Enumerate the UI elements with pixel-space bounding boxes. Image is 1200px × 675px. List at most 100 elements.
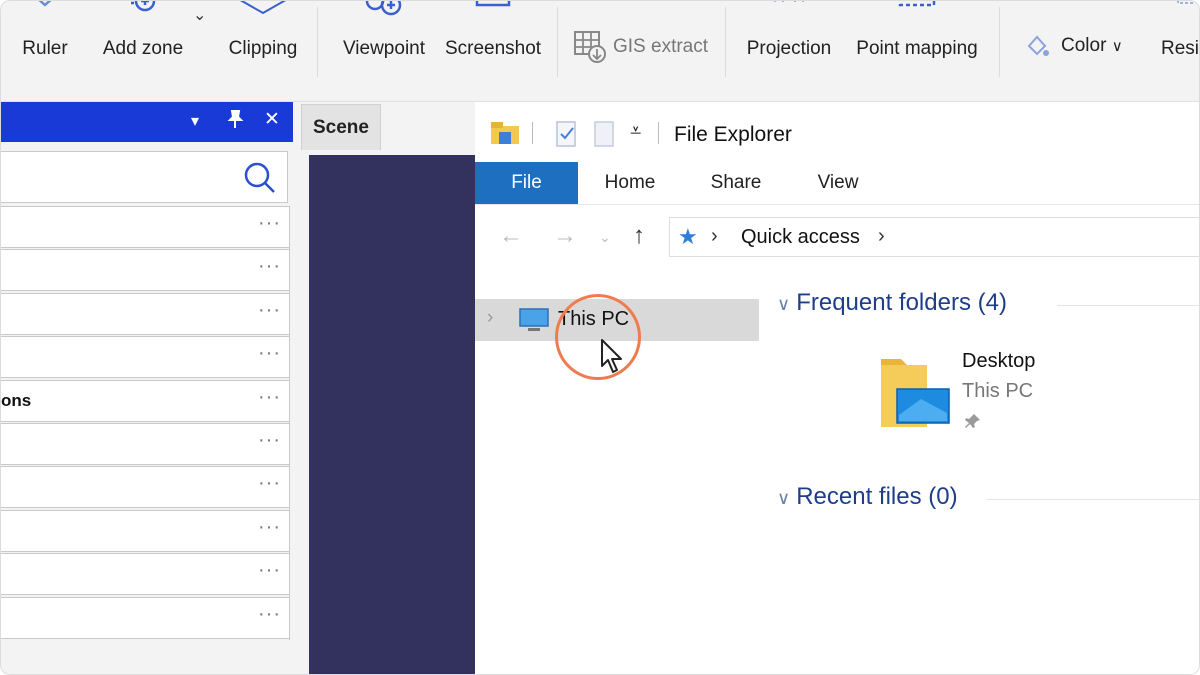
add-zone-button[interactable]: Add zone [95,1,191,101]
breadcrumb-quick-access[interactable]: Quick access [741,226,860,249]
viewpoint-icon [335,1,433,19]
point-mapping-button[interactable]: Point mapping [847,1,987,101]
more-options-icon[interactable]: ··· [258,472,281,495]
navigation-bar: ← → ⌄ ↑ ★ › Quick access › [475,205,1199,269]
title-divider [658,122,659,144]
more-options-icon[interactable]: ··· [258,342,281,365]
panel-list: ··· ··· ··· ··· ons ··· ··· ··· ··· ··· ·… [1,206,290,640]
point-mapping-label: Point mapping [856,38,978,59]
forward-arrow-icon[interactable]: → [553,222,577,250]
quick-access-dropdown-icon[interactable]: ⩡ [630,120,641,143]
list-item[interactable]: ··· [1,336,289,379]
star-icon: ★ [678,224,698,249]
folder-icon [489,118,521,153]
chevron-down-icon[interactable]: ⌄ [193,5,206,25]
scene-viewport[interactable] [309,155,475,674]
gis-extract-button[interactable]: GIS extract [571,1,713,101]
title-bar: ⩡ File Explorer [475,102,1199,162]
close-icon[interactable]: ✕ [264,108,280,131]
chevron-down-icon: ∨ [777,488,791,508]
list-item[interactable]: ··· [1,596,289,639]
app-window: Ruler Add zone ⌄ Clipping Viewpoint Scre… [0,0,1200,675]
color-label: Color ∨ [1061,35,1123,56]
tab-file[interactable]: File [475,162,578,204]
tab-scene[interactable]: Scene [301,104,381,150]
tab-scene-label: Scene [313,117,369,138]
back-arrow-icon[interactable]: ← [499,222,523,250]
resize-icon [1157,1,1199,19]
ruler-button[interactable]: Ruler [15,1,75,101]
recent-locations-chevron-icon[interactable]: ⌄ [599,229,611,246]
frequent-folders-header[interactable]: ∨ Frequent folders (4) [777,289,1007,317]
panel-header: ▾ ✕ [1,102,293,142]
tab-view[interactable]: View [809,162,867,204]
tab-home[interactable]: Home [593,162,667,204]
projection-button[interactable]: Projection [739,1,839,101]
list-item[interactable]: ··· [1,292,289,335]
computer-icon [518,307,550,338]
point-mapping-icon [847,1,987,19]
list-item[interactable]: ··· [1,206,289,248]
window-title: File Explorer [674,123,792,146]
up-arrow-icon[interactable]: ↑ [633,222,645,250]
more-options-icon[interactable]: ··· [258,212,281,235]
chevron-right-icon[interactable]: › [711,225,718,248]
address-bar[interactable]: ★ › Quick access › [669,217,1199,257]
projection-icon [739,1,839,19]
section-divider [1057,305,1199,306]
mouse-pointer-icon [599,338,627,381]
resize-label: Resi [1161,38,1200,59]
list-item[interactable]: ··· [1,422,289,465]
new-folder-icon[interactable] [593,120,617,155]
color-icon [1023,32,1051,65]
toolbar-divider [317,7,318,77]
clipping-label: Clipping [228,38,298,59]
title-divider [532,122,533,144]
viewpoint-button[interactable]: Viewpoint [335,1,433,101]
more-options-icon[interactable]: ··· [258,255,281,278]
more-options-icon[interactable]: ··· [258,299,281,322]
chevron-right-icon[interactable]: › [878,225,885,248]
file-explorer-window: ⩡ File Explorer File Home Share View ← →… [475,102,1199,674]
color-button[interactable]: Color ∨ [1019,1,1139,101]
search-icon[interactable] [243,161,277,200]
more-options-icon[interactable]: ··· [258,386,281,409]
add-zone-icon [95,1,191,19]
list-item[interactable]: ··· [1,509,289,552]
more-options-icon[interactable]: ··· [258,559,281,582]
content-pane: ∨ Frequent folders (4) Desktop This PC ∨ R… [761,269,1199,674]
gis-extract-label: GIS extract [613,36,709,57]
toolbar-divider [999,7,1000,77]
list-item[interactable]: ··· [1,249,289,292]
screenshot-icon [441,1,545,19]
more-options-icon[interactable]: ··· [258,516,281,539]
pin-icon [964,412,982,435]
chevron-down-icon: ∨ [1111,38,1123,55]
panel-search-input[interactable] [1,151,288,203]
panel-menu-button[interactable]: ▾ [191,111,199,131]
left-panel: ▾ ✕ ··· ··· ··· ··· ons ··· ··· ··· ··· ·… [1,102,293,674]
item-name[interactable]: Desktop [962,350,1035,373]
clipping-button[interactable]: Clipping [221,1,305,101]
expand-chevron-icon[interactable]: › [487,307,493,329]
pin-icon[interactable] [223,108,247,138]
chevron-down-icon: ∨ [777,294,791,314]
tab-share[interactable]: Share [701,162,771,204]
toolbar-divider [557,7,558,77]
desktop-folder-icon[interactable] [877,355,957,436]
more-options-icon[interactable]: ··· [258,429,281,452]
ribbon-toolbar: Ruler Add zone ⌄ Clipping Viewpoint Scre… [1,1,1199,102]
more-options-icon[interactable]: ··· [258,603,281,626]
ribbon-tabs: File Home Share View [475,162,1199,205]
resize-button[interactable]: Resi [1157,1,1200,101]
properties-icon[interactable] [555,120,579,155]
screenshot-label: Screenshot [444,38,542,59]
screenshot-button[interactable]: Screenshot [441,1,545,101]
list-item[interactable]: ··· [1,553,289,596]
list-item[interactable]: ··· [1,466,289,509]
click-highlight [555,294,641,380]
list-item[interactable]: ons ··· [1,379,289,422]
recent-files-title: Recent files (0) [796,483,958,510]
recent-files-header[interactable]: ∨ Recent files (0) [777,483,958,511]
clipping-icon [221,1,305,19]
